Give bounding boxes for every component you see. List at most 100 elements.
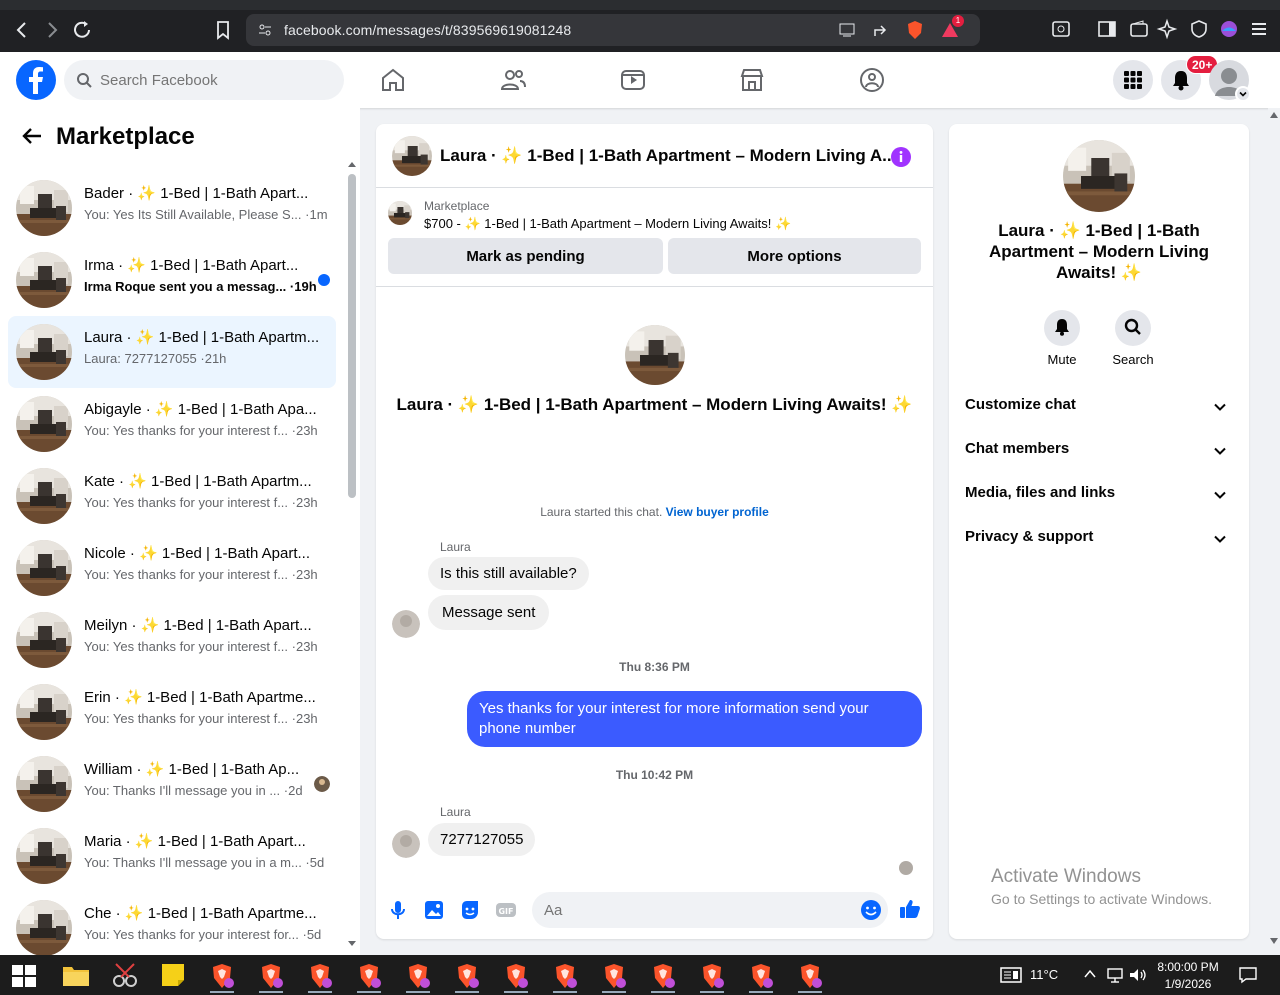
outgoing-message-bubble[interactable]: Yes thanks for your interest for more in… (467, 691, 922, 747)
brave-browser-taskbar-button[interactable] (692, 959, 732, 993)
brave-browser-taskbar-button[interactable] (594, 959, 634, 993)
sticker-icon[interactable] (458, 898, 482, 922)
listing-price-title[interactable]: $700 - ✨ 1-Bed | 1-Bath Apartment – Mode… (424, 216, 791, 232)
page-scrollbar[interactable] (1268, 108, 1280, 955)
details-section-row[interactable]: Customize chat (965, 396, 1233, 420)
search-input[interactable] (100, 60, 330, 100)
scroll-up-icon[interactable] (1270, 112, 1278, 118)
back-arrow-icon[interactable] (22, 127, 42, 145)
menu-button[interactable] (1113, 60, 1153, 100)
brave-browser-taskbar-button[interactable] (496, 959, 536, 993)
windows-start-icon[interactable] (12, 965, 36, 987)
tray-overflow-icon[interactable] (1084, 969, 1096, 979)
scroll-up-icon[interactable] (347, 160, 357, 168)
account-dropdown[interactable] (1235, 86, 1251, 102)
weather-temperature[interactable]: 11°C (1030, 967, 1058, 982)
photo-icon[interactable] (422, 898, 446, 922)
share-icon[interactable] (872, 22, 890, 38)
news-widget-icon[interactable] (1000, 967, 1022, 983)
network-icon[interactable] (1106, 966, 1124, 984)
conversation-item[interactable]: Irma · ✨ 1-Bed | 1-Bath Apart... Irma Roq… (8, 244, 336, 316)
screenshot-icon[interactable] (1050, 18, 1072, 40)
search-chat-button[interactable]: Search (1103, 310, 1163, 367)
search-circle[interactable] (1115, 310, 1151, 346)
cast-icon[interactable] (838, 22, 856, 38)
facebook-logo-icon[interactable] (16, 60, 56, 100)
details-section-row[interactable]: Media, files and links (965, 484, 1233, 508)
message-input[interactable] (532, 892, 888, 928)
conversation-item[interactable]: William · ✨ 1-Bed | 1-Bath Ap... You: Tha… (8, 748, 336, 820)
mute-button[interactable]: Mute (1032, 310, 1092, 367)
conversation-item[interactable]: Meilyn · ✨ 1-Bed | 1-Bath Apart... You: Y… (8, 604, 336, 676)
system-clock[interactable]: 8:00:00 PM 1/9/2026 (1148, 959, 1228, 993)
microphone-icon[interactable] (386, 898, 410, 922)
scroll-down-icon[interactable] (1270, 938, 1278, 944)
account-avatar[interactable] (1209, 60, 1251, 102)
mute-circle[interactable] (1044, 310, 1080, 346)
brave-browser-taskbar-button[interactable] (398, 959, 438, 993)
brave-browser-taskbar-button[interactable] (300, 959, 340, 993)
brave-browser-taskbar-button[interactable] (643, 959, 683, 993)
conversation-item[interactable]: Maria · ✨ 1-Bed | 1-Bath Apart... You: Th… (8, 820, 336, 892)
wallet-icon[interactable] (1128, 18, 1150, 40)
conversation-item[interactable]: Abigayle · ✨ 1-Bed | 1-Bath Apa... You: Y… (8, 388, 336, 460)
home-icon[interactable] (379, 66, 407, 94)
address-bar[interactable]: facebook.com/messages/t/839569619081248 … (246, 14, 980, 46)
brave-browser-taskbar-button[interactable] (251, 959, 291, 993)
sidebar-scrollbar[interactable] (348, 174, 356, 498)
conversation-item[interactable]: Laura · ✨ 1-Bed | 1-Bath Apartm... Laura:… (8, 316, 336, 388)
brave-browser-taskbar-button[interactable] (349, 959, 389, 993)
conversation-item[interactable]: Nicole · ✨ 1-Bed | 1-Bath Apart... You: Y… (8, 532, 336, 604)
conversation-avatar[interactable] (625, 325, 685, 385)
scroll-down-icon[interactable] (347, 940, 357, 948)
friends-icon[interactable] (499, 66, 527, 94)
more-options-button[interactable]: More options (668, 238, 921, 274)
video-icon[interactable] (619, 66, 647, 94)
profile-icon[interactable] (1218, 18, 1240, 40)
brave-browser-taskbar-button[interactable] (790, 959, 830, 993)
sender-avatar[interactable] (392, 830, 420, 858)
menu-icon[interactable] (1248, 18, 1270, 40)
thumbs-up-icon[interactable] (898, 897, 922, 921)
site-info-icon[interactable] (258, 23, 272, 37)
groups-icon[interactable] (858, 66, 886, 94)
chat-title[interactable]: Laura · ✨ 1-Bed | 1-Bath Apartment – Mod… (440, 146, 896, 166)
sender-avatar[interactable] (392, 610, 420, 638)
brave-browser-taskbar-button[interactable] (545, 959, 585, 993)
leo-ai-icon[interactable] (1156, 18, 1178, 40)
vpn-icon[interactable] (1188, 18, 1210, 40)
details-section-row[interactable]: Privacy & support (965, 528, 1233, 552)
reload-icon[interactable] (70, 18, 94, 42)
snipping-tool-icon[interactable] (110, 961, 140, 989)
conversation-item[interactable]: Bader · ✨ 1-Bed | 1-Bath Apart... You: Ye… (8, 172, 336, 244)
gif-icon[interactable]: GIF (494, 898, 518, 922)
message-bubble[interactable]: Is this still available? (428, 557, 589, 590)
url-text[interactable]: facebook.com/messages/t/839569619081248 (284, 22, 571, 38)
info-icon[interactable] (890, 146, 912, 168)
emoji-icon[interactable] (860, 899, 882, 921)
conversation-item[interactable]: Erin · ✨ 1-Bed | 1-Bath Apartme... You: Y… (8, 676, 336, 748)
search-box[interactable] (64, 60, 344, 100)
sticky-notes-icon[interactable] (160, 962, 186, 988)
mark-pending-button[interactable]: Mark as pending (388, 238, 663, 274)
details-section-row[interactable]: Chat members (965, 440, 1233, 464)
brave-browser-taskbar-button[interactable] (741, 959, 781, 993)
view-buyer-profile-link[interactable]: View buyer profile (666, 505, 769, 519)
back-icon[interactable] (10, 18, 34, 42)
details-avatar[interactable] (1063, 140, 1135, 212)
file-explorer-icon[interactable] (62, 963, 90, 987)
chat-avatar[interactable] (392, 136, 432, 176)
listing-thumbnail[interactable] (388, 201, 412, 225)
brave-shields-icon[interactable] (906, 20, 924, 40)
conversation-item[interactable]: Kate · ✨ 1-Bed | 1-Bath Apartm... You: Ye… (8, 460, 336, 532)
notification-center-icon[interactable] (1238, 966, 1258, 984)
message-bubble[interactable]: Message sent (428, 595, 550, 630)
volume-icon[interactable] (1128, 966, 1148, 984)
bookmark-icon[interactable] (211, 18, 235, 42)
marketplace-icon[interactable] (738, 66, 766, 94)
brave-browser-taskbar-button[interactable] (202, 959, 242, 993)
brave-browser-taskbar-button[interactable] (447, 959, 487, 993)
forward-icon[interactable] (40, 18, 64, 42)
conversation-item[interactable]: Che · ✨ 1-Bed | 1-Bath Apartme... You: Ye… (8, 892, 336, 964)
sidebar-toggle-icon[interactable] (1096, 18, 1118, 40)
